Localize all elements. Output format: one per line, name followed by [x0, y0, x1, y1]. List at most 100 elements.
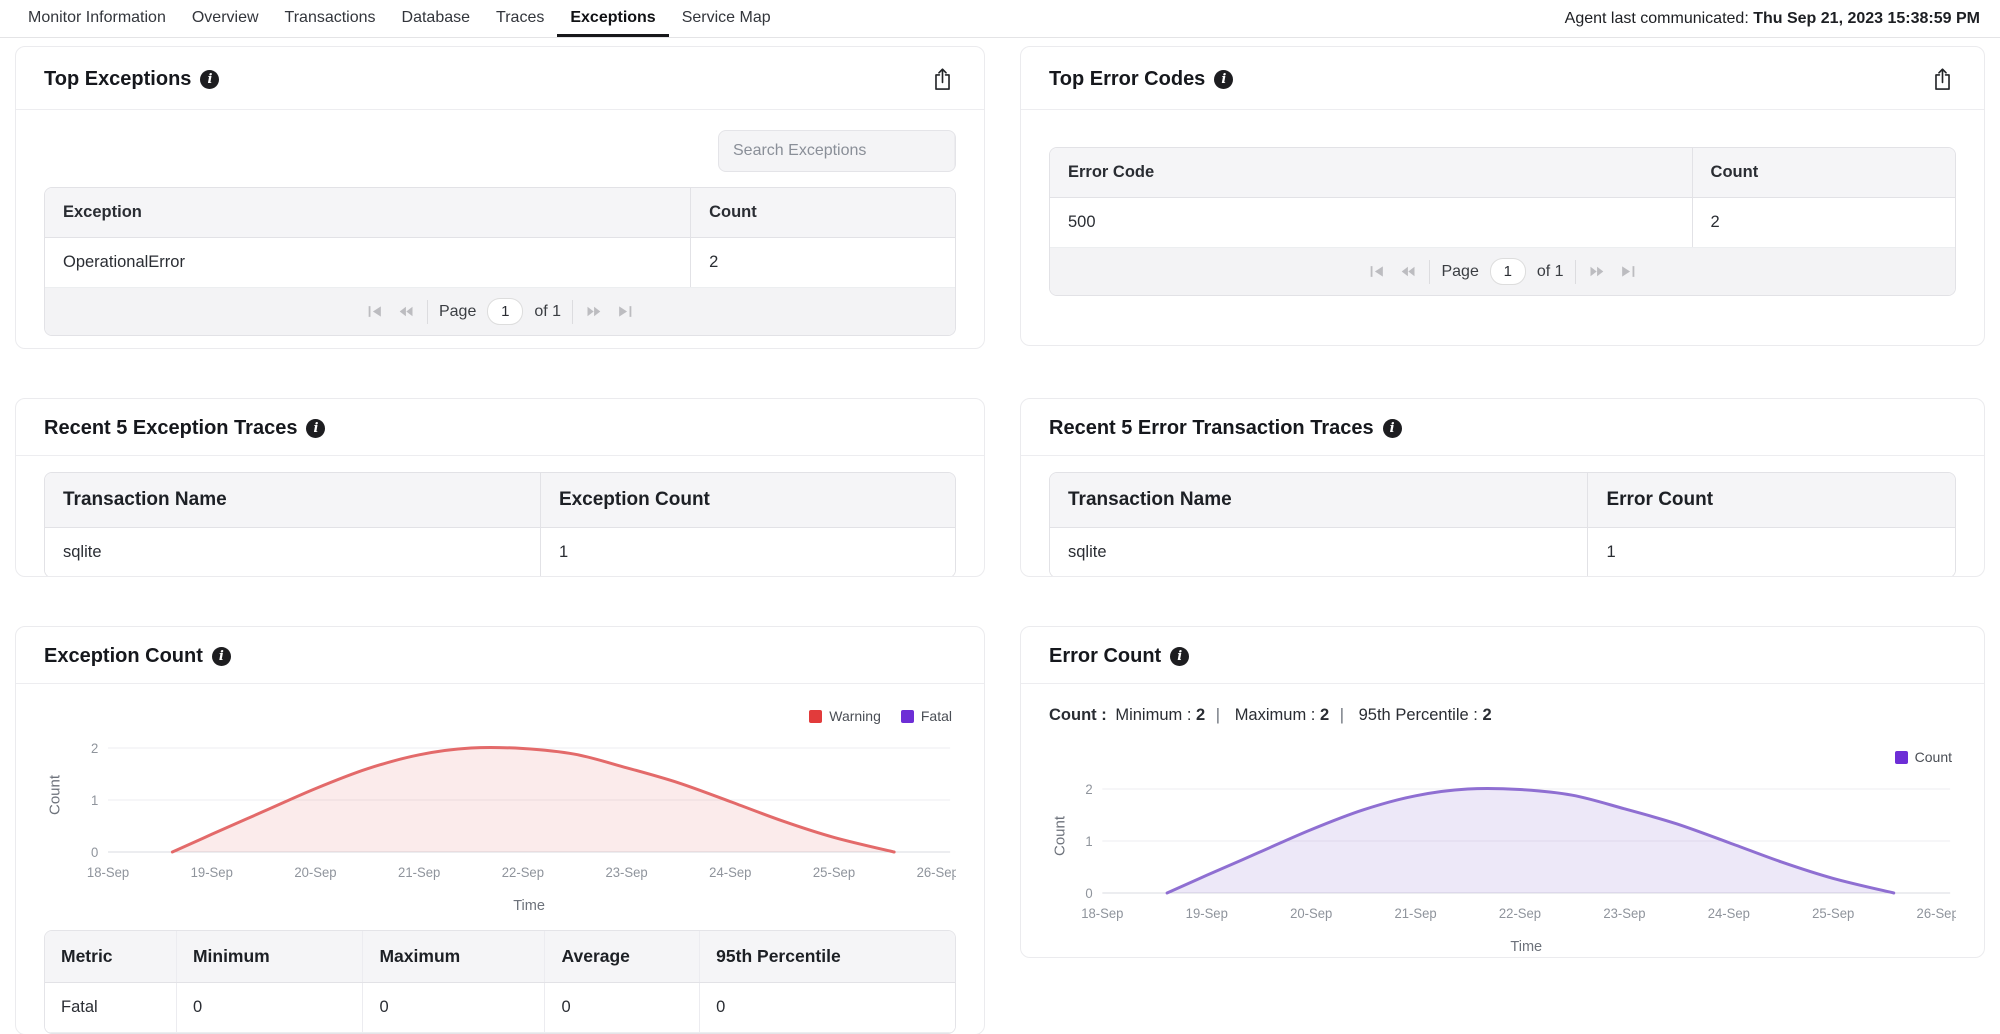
search-button[interactable] — [954, 131, 956, 171]
search-exceptions-input[interactable] — [719, 131, 954, 171]
legend-item-warning[interactable]: Warning — [809, 708, 881, 724]
page-label: Page — [439, 303, 476, 321]
panel-top-exceptions-header: Top Exceptions i — [16, 47, 984, 110]
info-icon[interactable]: i — [1383, 419, 1402, 438]
share-icon[interactable] — [929, 65, 956, 94]
stats-prefix: Count : — [1049, 706, 1107, 724]
stats-minimum-label: Minimum : — [1115, 706, 1191, 724]
info-icon[interactable]: i — [1170, 647, 1189, 666]
count-stats-line: Count : Minimum : 2 | Maximum : 2 | 95th… — [1049, 706, 1956, 725]
share-icon[interactable] — [1929, 65, 1956, 94]
panel-recent-exception-traces-header: Recent 5 Exception Traces i — [16, 399, 984, 456]
exception-count-chart: 01218-Sep19-Sep20-Sep21-Sep22-Sep23-Sep2… — [44, 728, 956, 916]
fatal-color-swatch — [901, 710, 914, 723]
maximum-cell: 0 — [363, 983, 545, 1032]
column-header-minimum: Minimum — [177, 931, 364, 982]
table-header-row: Error Code Count — [1050, 148, 1955, 198]
previous-page-icon[interactable] — [396, 303, 416, 320]
pagination: Page of 1 — [45, 288, 955, 335]
svg-text:25-Sep: 25-Sep — [1812, 906, 1854, 921]
chart-legend: Warning Fatal — [44, 708, 952, 724]
panel-recent-exception-traces: Recent 5 Exception Traces i Transaction … — [15, 398, 985, 577]
top-error-codes-table: Error Code Count 500 2 Page of 1 — [1049, 147, 1956, 296]
panel-title: Top Exceptions — [44, 68, 191, 91]
page-of-label: of 1 — [534, 303, 561, 321]
nav-tab-traces[interactable]: Traces — [483, 0, 557, 37]
recent-exception-traces-table: Transaction Name Exception Count sqlite … — [44, 472, 956, 577]
svg-text:18-Sep: 18-Sep — [1081, 906, 1123, 921]
svg-text:26-Sep: 26-Sep — [1917, 906, 1956, 921]
panel-top-error-codes-header: Top Error Codes i — [1021, 47, 1984, 110]
previous-page-icon[interactable] — [1398, 263, 1418, 280]
table-row: Fatal 0 0 0 0 — [45, 983, 955, 1033]
stats-maximum-label: Maximum : — [1235, 706, 1316, 724]
error-count-cell: 1 — [1588, 528, 1955, 577]
page-label: Page — [1441, 263, 1478, 281]
transaction-name-cell: sqlite — [1050, 528, 1588, 577]
last-page-icon[interactable] — [615, 303, 634, 320]
panel-error-count-header: Error Count i — [1021, 627, 1984, 684]
info-icon[interactable]: i — [1214, 70, 1233, 89]
stats-divider: | — [1216, 706, 1220, 724]
stats-percentile-value: 2 — [1482, 706, 1491, 724]
minimum-cell: 0 — [177, 983, 364, 1032]
info-icon[interactable]: i — [212, 647, 231, 666]
page-number-input[interactable] — [1490, 258, 1526, 285]
svg-text:21-Sep: 21-Sep — [398, 865, 440, 880]
next-page-icon[interactable] — [584, 303, 604, 320]
legend-item-fatal[interactable]: Fatal — [901, 708, 952, 724]
nav-tab-transactions[interactable]: Transactions — [272, 0, 389, 37]
column-header-transaction-name: Transaction Name — [1050, 473, 1588, 527]
nav-tab-database[interactable]: Database — [389, 0, 484, 37]
first-page-icon[interactable] — [1368, 263, 1387, 280]
legend-item-count[interactable]: Count — [1895, 749, 1952, 765]
nav-tab-monitor-information[interactable]: Monitor Information — [15, 0, 179, 37]
column-header-count: Count — [1693, 148, 1955, 197]
svg-text:19-Sep: 19-Sep — [191, 865, 233, 880]
last-page-icon[interactable] — [1618, 263, 1637, 280]
exception-count-cell: 2 — [691, 238, 955, 287]
column-header-transaction-name: Transaction Name — [45, 473, 541, 527]
svg-text:18-Sep: 18-Sep — [87, 865, 129, 880]
svg-text:21-Sep: 21-Sep — [1395, 906, 1437, 921]
nav-tab-service-map[interactable]: Service Map — [669, 0, 784, 37]
pagination-divider — [572, 300, 573, 324]
svg-text:Count: Count — [1053, 816, 1069, 856]
info-icon[interactable]: i — [200, 70, 219, 89]
next-page-icon[interactable] — [1587, 263, 1607, 280]
svg-text:26-Sep: 26-Sep — [917, 865, 956, 880]
info-icon[interactable]: i — [306, 419, 325, 438]
svg-text:25-Sep: 25-Sep — [813, 865, 855, 880]
svg-text:Time: Time — [1510, 939, 1542, 955]
agent-label: Agent last communicated: — [1565, 10, 1749, 27]
table-row: OperationalError 2 — [45, 238, 955, 288]
first-page-icon[interactable] — [366, 303, 385, 320]
page-number-input[interactable] — [487, 298, 523, 325]
transaction-name-cell: sqlite — [45, 528, 541, 577]
nav-tab-overview[interactable]: Overview — [179, 0, 272, 37]
panel-title: Recent 5 Exception Traces — [44, 417, 297, 440]
column-header-count: Count — [691, 188, 955, 237]
legend-label: Warning — [829, 708, 881, 724]
nav-tabs: Monitor Information Overview Transaction… — [15, 0, 784, 37]
table-header-row: Transaction Name Error Count — [1050, 473, 1955, 528]
search-row — [44, 130, 956, 172]
legend-label: Fatal — [921, 708, 952, 724]
chart-legend: Count — [1049, 749, 1952, 765]
svg-text:22-Sep: 22-Sep — [502, 865, 544, 880]
svg-text:1: 1 — [1085, 834, 1092, 849]
average-cell: 0 — [545, 983, 700, 1032]
warning-color-swatch — [809, 710, 822, 723]
table-header-row: Metric Minimum Maximum Average 95th Perc… — [45, 931, 955, 983]
svg-text:22-Sep: 22-Sep — [1499, 906, 1541, 921]
agent-last-communicated: Agent last communicated: Thu Sep 21, 202… — [1565, 10, 1980, 28]
pagination-divider — [1429, 260, 1430, 284]
search-exceptions-box — [718, 130, 956, 172]
column-header-metric: Metric — [45, 931, 177, 982]
svg-text:0: 0 — [91, 845, 98, 860]
nav-tab-exceptions[interactable]: Exceptions — [557, 0, 668, 37]
stats-minimum-value: 2 — [1196, 706, 1205, 724]
column-header-maximum: Maximum — [363, 931, 545, 982]
svg-text:1: 1 — [91, 793, 98, 808]
panel-exception-count: Exception Count i Warning Fatal 01218-Se… — [15, 626, 985, 1034]
